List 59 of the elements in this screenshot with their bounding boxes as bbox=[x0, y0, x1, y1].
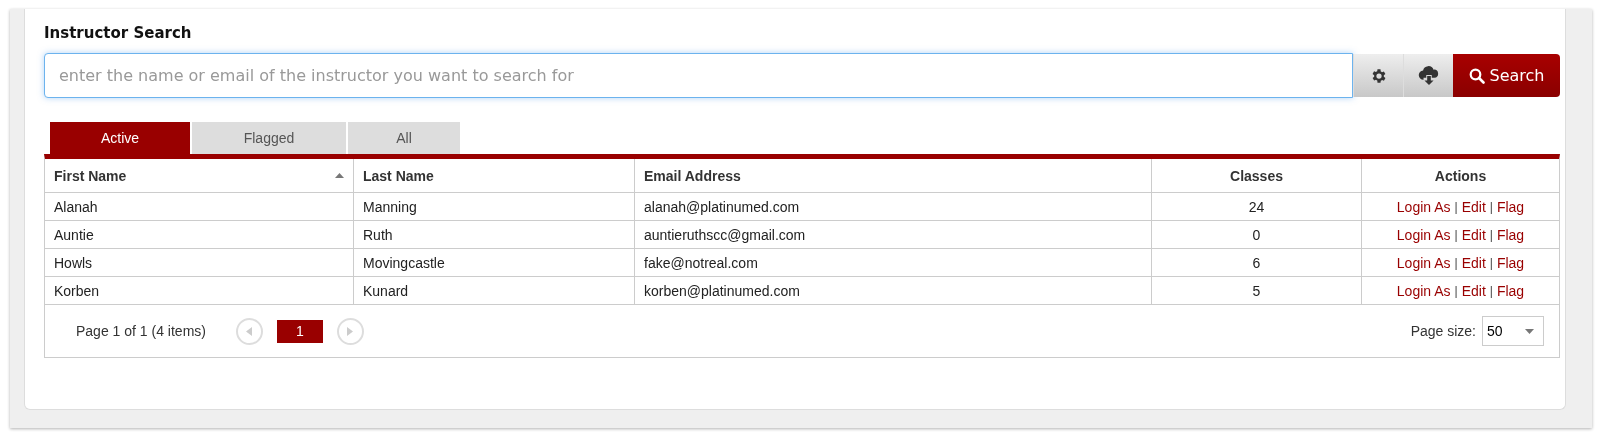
tab[interactable]: All bbox=[348, 122, 460, 154]
action-separator: | bbox=[1454, 255, 1458, 270]
next-icon bbox=[347, 326, 354, 336]
dropdown-caret-icon bbox=[1525, 328, 1534, 334]
page-size-dropdown[interactable]: 50 bbox=[1482, 316, 1544, 346]
table-cell: 5 bbox=[1151, 277, 1361, 304]
settings-button[interactable] bbox=[1353, 54, 1403, 97]
action-link[interactable]: Login As bbox=[1396, 282, 1451, 299]
column-header[interactable]: Classes bbox=[1151, 159, 1361, 192]
action-separator: | bbox=[1454, 227, 1458, 242]
table-cell: Kunard bbox=[353, 277, 634, 304]
table-cell: 24 bbox=[1151, 193, 1361, 220]
action-separator: | bbox=[1489, 255, 1493, 270]
table-cell: fake@notreal.com bbox=[634, 249, 1151, 276]
table-cell: Manning bbox=[353, 193, 634, 220]
table-cell-text: Howls bbox=[53, 253, 94, 273]
download-button[interactable] bbox=[1403, 54, 1453, 97]
action-separator: | bbox=[1454, 283, 1458, 298]
search-field[interactable]: enter the name or email of the instructor you want to search for bbox=[44, 53, 1353, 98]
action-link[interactable]: Edit bbox=[1461, 198, 1486, 215]
action-separator: | bbox=[1454, 199, 1458, 214]
table-cell: 0 bbox=[1151, 221, 1361, 248]
sort-ascending-icon bbox=[335, 173, 344, 178]
table-cell-text: Korben bbox=[53, 281, 101, 301]
column-header[interactable]: First Name bbox=[45, 159, 353, 192]
search-button[interactable]: Search bbox=[1453, 54, 1560, 97]
table-cell: Movingcastle bbox=[353, 249, 634, 276]
table-cell: alanah@platinumed.com bbox=[634, 193, 1151, 220]
column-header[interactable]: Email Address bbox=[634, 159, 1151, 192]
action-separator: | bbox=[1489, 283, 1493, 298]
action-link[interactable]: Login As bbox=[1396, 198, 1451, 215]
tab[interactable]: Active bbox=[50, 122, 190, 154]
action-link[interactable]: Flag bbox=[1496, 254, 1525, 271]
search-icon bbox=[1468, 67, 1485, 84]
action-link[interactable]: Edit bbox=[1461, 282, 1486, 299]
table-cell: auntieruthscc@gmail.com bbox=[634, 221, 1151, 248]
table-cell: Ruth bbox=[353, 221, 634, 248]
action-link[interactable]: Flag bbox=[1496, 282, 1525, 299]
table-cell-text: Auntie bbox=[53, 225, 95, 245]
table-cell: korben@platinumed.com bbox=[634, 277, 1151, 304]
page-number-button[interactable]: 1 bbox=[276, 319, 323, 343]
page-size-label: Page size: bbox=[1410, 323, 1476, 339]
pager-info: Page 1 of 1 (4 items) bbox=[76, 323, 206, 339]
action-separator: | bbox=[1489, 199, 1493, 214]
action-link[interactable]: Login As bbox=[1396, 226, 1451, 243]
action-link[interactable]: Flag bbox=[1496, 226, 1525, 243]
action-separator: | bbox=[1489, 227, 1493, 242]
action-link[interactable]: Edit bbox=[1461, 226, 1486, 243]
column-header[interactable]: Actions bbox=[1361, 159, 1559, 192]
action-link[interactable]: Flag bbox=[1496, 198, 1525, 215]
column-header[interactable]: Last Name bbox=[353, 159, 634, 192]
table-cell: 6 bbox=[1151, 249, 1361, 276]
cloud-download-icon bbox=[1417, 65, 1440, 86]
table-cell-text: Alanah bbox=[53, 197, 99, 217]
previous-icon bbox=[246, 326, 253, 336]
action-link[interactable]: Edit bbox=[1461, 254, 1486, 271]
tab[interactable]: Flagged bbox=[192, 122, 346, 154]
action-link[interactable]: Login As bbox=[1396, 254, 1451, 271]
page-title: Instructor Search bbox=[44, 23, 193, 43]
